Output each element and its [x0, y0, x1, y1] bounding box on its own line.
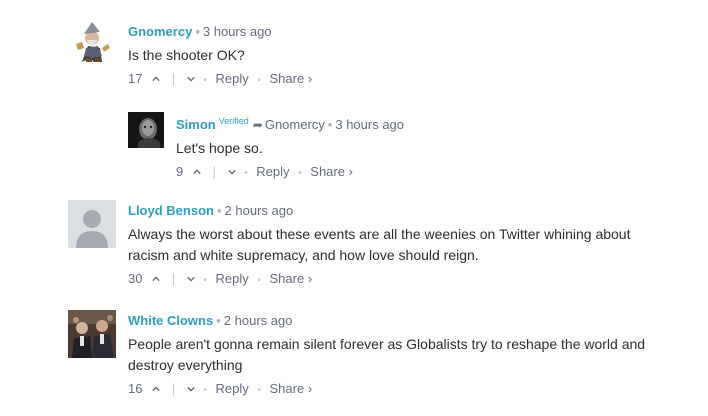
- timestamp[interactable]: 3 hours ago: [203, 24, 272, 39]
- comment-header: White Clowns • 2 hours ago: [128, 312, 688, 330]
- chevron-down-icon[interactable]: [187, 270, 195, 288]
- author-name[interactable]: Gnomercy: [128, 24, 192, 39]
- comment-header: Gnomercy • 3 hours ago: [128, 23, 312, 41]
- comment-footer: 30 | • Reply • Share ›: [128, 270, 668, 290]
- comment-body: Lloyd Benson • 2 hours ago Always the wors…: [128, 202, 668, 290]
- chevron-up-icon[interactable]: [193, 163, 201, 181]
- comment-body: Simon Verified ➦ Gnomercy • 3 hours ago Let's…: [176, 112, 404, 183]
- avatar-gnomercy[interactable]: [68, 18, 116, 66]
- separator-dot: •: [298, 168, 302, 179]
- separator-dot: •: [257, 75, 261, 86]
- parent-author[interactable]: Gnomercy: [265, 117, 325, 132]
- comment-text: Is the shooter OK?: [128, 47, 245, 63]
- separator-dot: •: [257, 385, 261, 396]
- author-name[interactable]: Lloyd Benson: [128, 203, 214, 218]
- separator-dot: •: [216, 203, 222, 218]
- comment-header: Simon Verified ➦ Gnomercy • 3 hours ago: [176, 112, 404, 134]
- comment-footer: 9 | • Reply • Share ›: [176, 163, 404, 183]
- vote-divider: |: [171, 381, 176, 396]
- chevron-up-icon[interactable]: [152, 270, 160, 288]
- timestamp[interactable]: 2 hours ago: [224, 313, 293, 328]
- share-link[interactable]: Share ›: [270, 270, 313, 288]
- separator-dot: •: [216, 313, 221, 328]
- white-clowns-avatar-image: [68, 310, 116, 358]
- comment-body: Gnomercy • 3 hours ago Is the shooter OK? …: [128, 23, 312, 90]
- comment-header: Lloyd Benson • 2 hours ago: [128, 202, 668, 220]
- simon-avatar-image: [128, 112, 164, 148]
- share-link[interactable]: Share ›: [270, 70, 313, 88]
- separator-dot: •: [257, 275, 261, 286]
- separator-dot: •: [195, 24, 200, 39]
- avatar-lloyd-benson[interactable]: [68, 200, 116, 248]
- vote-divider: |: [212, 164, 216, 179]
- avatar-white-clowns[interactable]: [68, 310, 116, 358]
- reply-link[interactable]: Reply: [216, 380, 249, 398]
- timestamp[interactable]: 3 hours ago: [335, 117, 404, 132]
- separator-dot: •: [244, 168, 248, 179]
- chevron-down-icon[interactable]: [187, 70, 195, 88]
- share-link[interactable]: Share ›: [310, 163, 353, 181]
- timestamp[interactable]: 2 hours ago: [225, 203, 294, 218]
- avatar-simon[interactable]: [128, 112, 164, 148]
- verified-badge: Verified: [218, 116, 249, 126]
- upvote-count: 16: [128, 381, 143, 396]
- vote-divider: |: [171, 271, 176, 286]
- chevron-up-icon[interactable]: [152, 70, 160, 88]
- upvote-count: 30: [128, 271, 143, 286]
- author-name[interactable]: Simon: [176, 117, 216, 132]
- upvote-count: 17: [128, 71, 143, 86]
- vote-divider: |: [171, 71, 176, 86]
- default-avatar-image: [68, 200, 116, 248]
- comment-footer: 17 | • Reply • Share ›: [128, 70, 312, 90]
- reply-arrow-icon: ➦: [252, 118, 263, 132]
- comment-footer: 16 | • Reply • Share ›: [128, 380, 688, 400]
- chevron-up-icon[interactable]: [152, 380, 160, 398]
- comment-text: Let's hope so.: [176, 140, 263, 156]
- chevron-down-icon[interactable]: [227, 163, 236, 181]
- author-name[interactable]: White Clowns: [128, 313, 213, 328]
- gnome-avatar-image: [68, 18, 116, 66]
- upvote-count: 9: [176, 164, 184, 179]
- share-link[interactable]: Share ›: [270, 380, 313, 398]
- reply-link[interactable]: Reply: [256, 163, 289, 181]
- reply-link[interactable]: Reply: [216, 70, 249, 88]
- comment-body: White Clowns • 2 hours ago People aren't g…: [128, 312, 688, 400]
- comment-text: People aren't gonna remain silent foreve…: [128, 336, 646, 373]
- separator-dot: •: [327, 117, 333, 132]
- separator-dot: •: [203, 275, 207, 286]
- chevron-down-icon[interactable]: [187, 380, 195, 398]
- separator-dot: •: [203, 385, 207, 396]
- comment-text: Always the worst about these events are …: [128, 226, 631, 263]
- reply-link[interactable]: Reply: [216, 270, 249, 288]
- separator-dot: •: [203, 75, 207, 86]
